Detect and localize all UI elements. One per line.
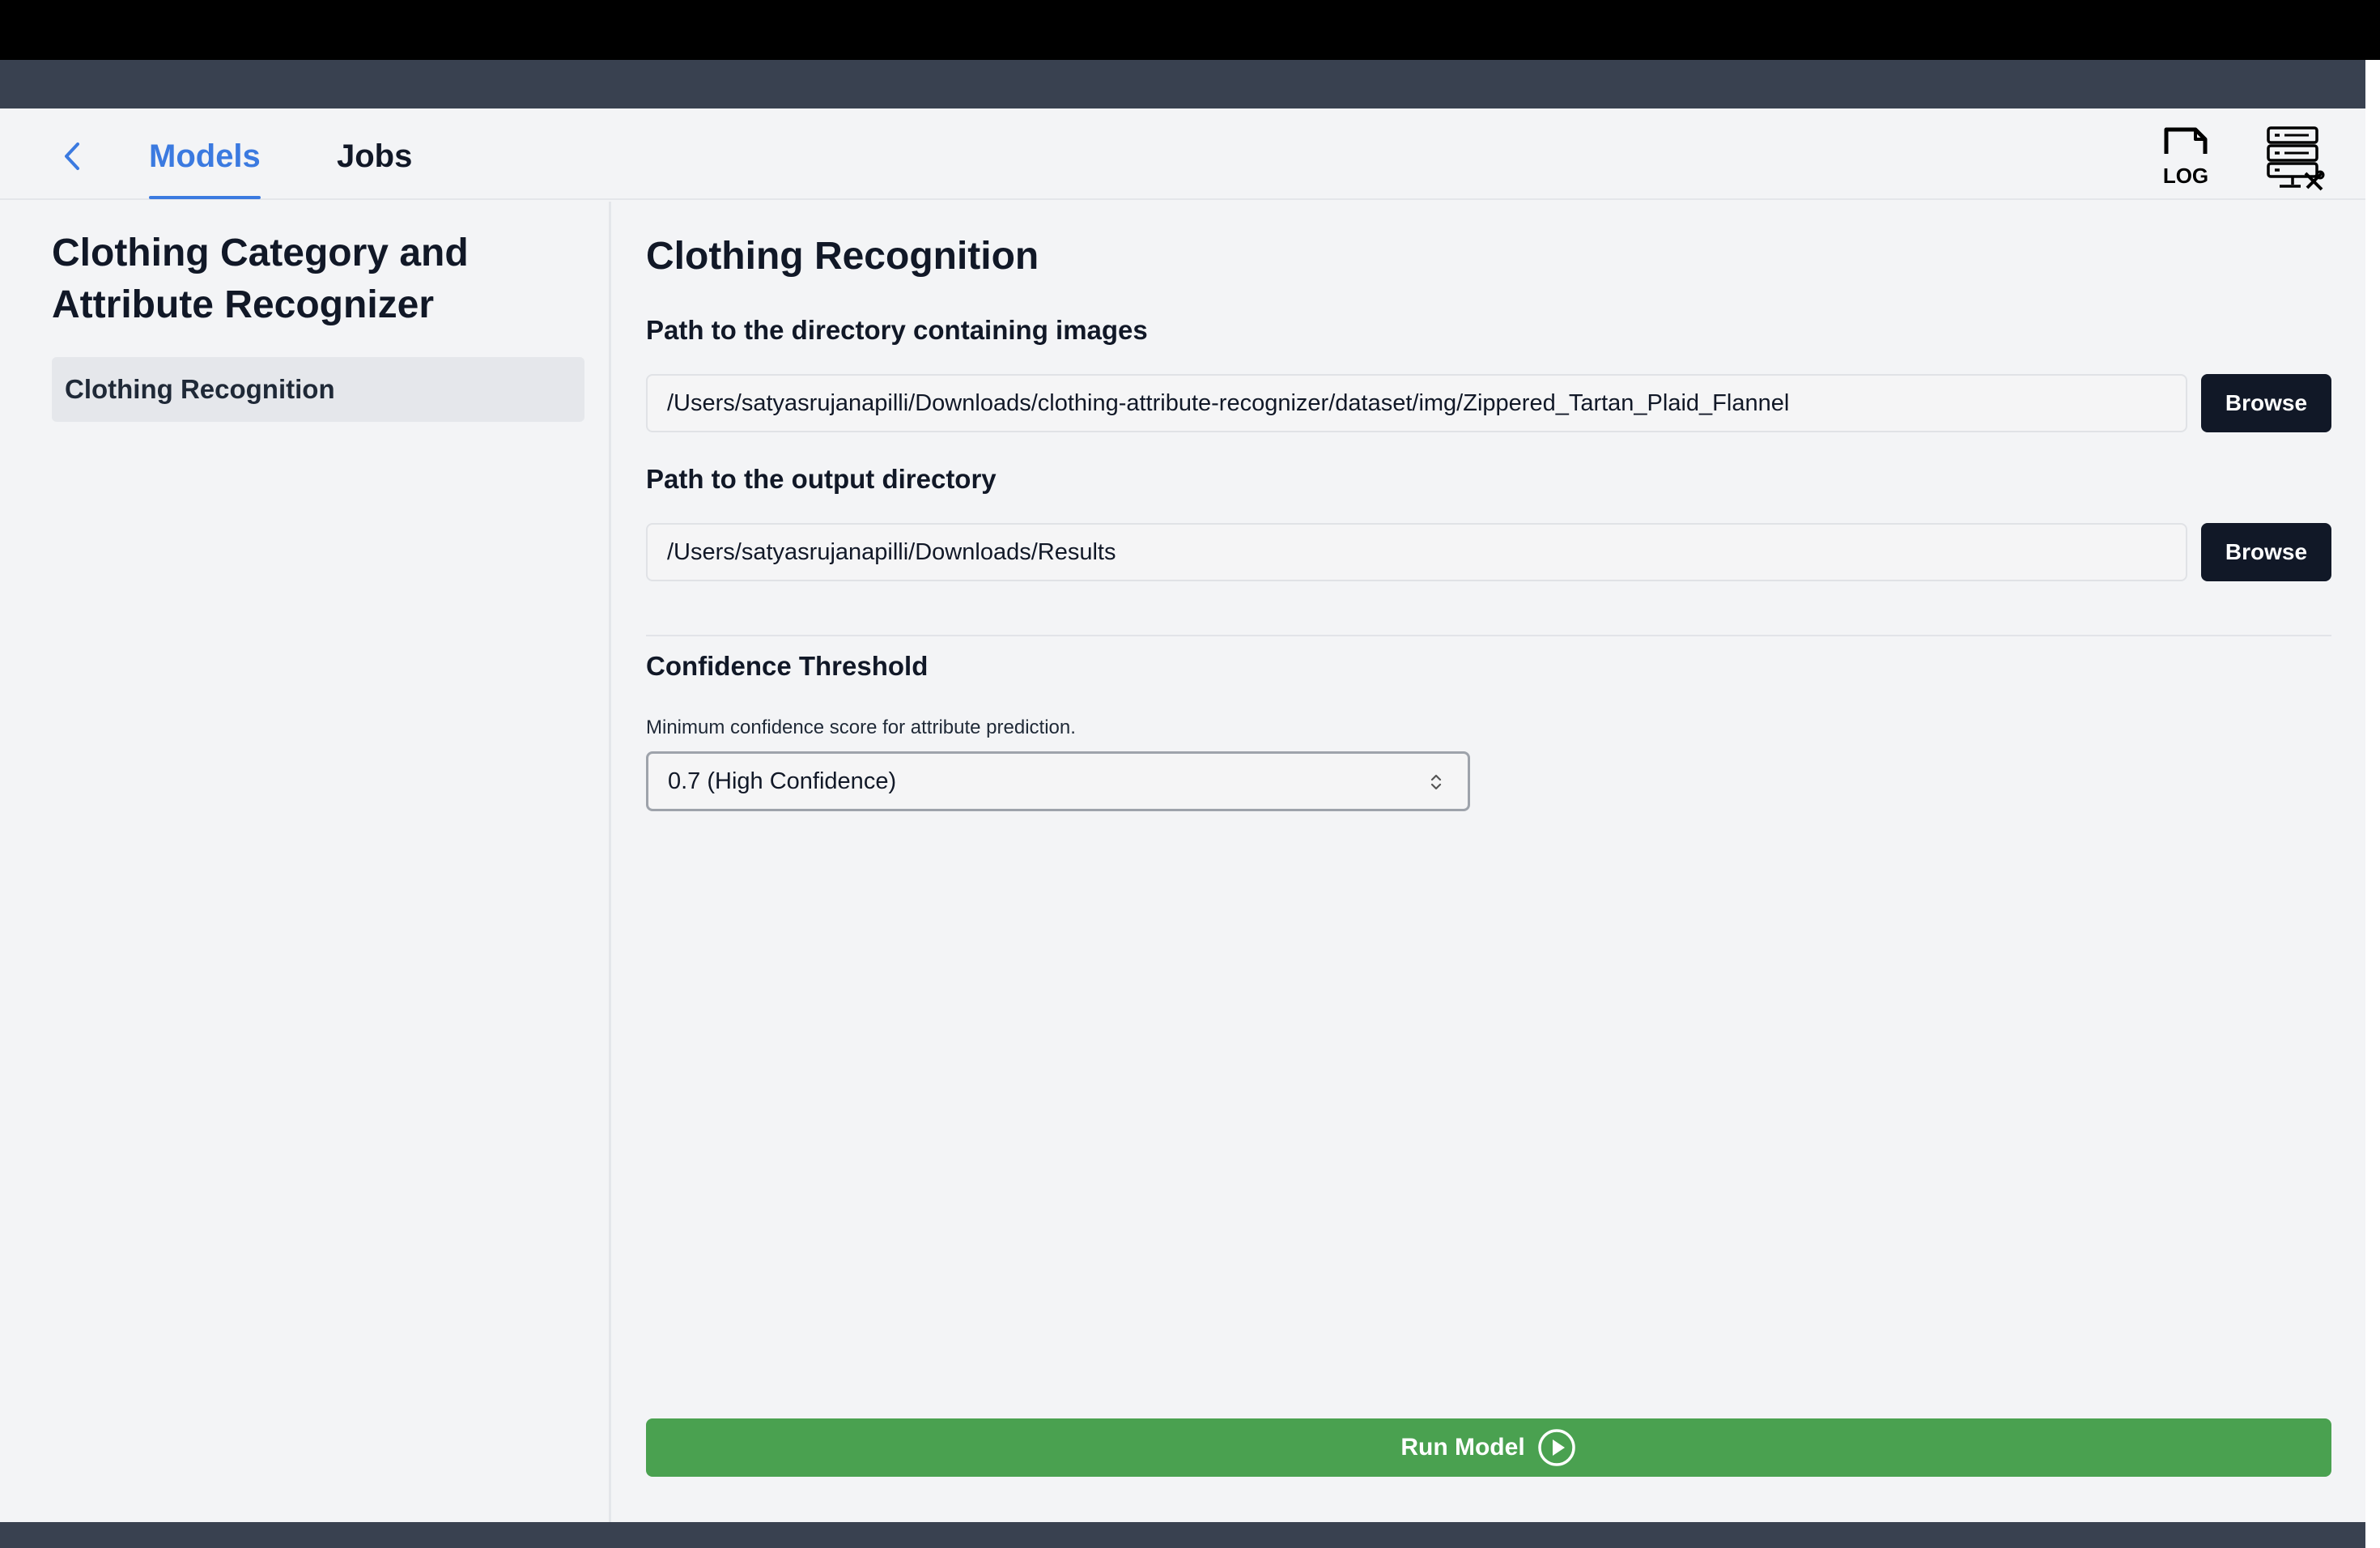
output-dir-label: Path to the output directory	[646, 464, 997, 494]
tab-jobs[interactable]: Jobs	[337, 138, 412, 199]
server-settings-icon	[2267, 126, 2325, 191]
back-button[interactable]	[53, 138, 91, 175]
sidebar: Clothing Category and Attribute Recogniz…	[0, 202, 611, 1522]
chevron-up-down-icon	[1430, 774, 1442, 790]
output-dir-browse-button[interactable]: Browse	[2201, 523, 2331, 581]
input-dir-field[interactable]	[646, 374, 2187, 432]
app-window: Models Jobs LOG Clothing Category and At…	[0, 108, 2365, 1522]
sidebar-item-clothing-recognition[interactable]: Clothing Recognition	[52, 357, 584, 422]
input-dir-browse-button[interactable]: Browse	[2201, 374, 2331, 432]
model-title: Clothing Category and Attribute Recogniz…	[52, 232, 469, 326]
divider	[646, 635, 2331, 636]
output-dir-field[interactable]	[646, 523, 2187, 581]
svg-text:LOG: LOG	[2163, 164, 2208, 188]
chevron-left-icon	[65, 142, 79, 170]
run-model-label: Run Model	[1400, 1434, 1525, 1461]
confidence-select-value: 0.7 (High Confidence)	[668, 768, 897, 794]
page-title: Clothing Recognition	[646, 235, 1039, 278]
app-header: Models Jobs LOG	[0, 108, 2365, 200]
top-bar	[0, 0, 2380, 60]
main-panel: Clothing Recognition Path to the directo…	[646, 202, 2331, 1522]
play-circle-icon	[1537, 1429, 1575, 1466]
input-dir-label: Path to the directory containing images	[646, 315, 1148, 345]
tab-models[interactable]: Models	[149, 138, 261, 199]
confidence-select[interactable]: 0.7 (High Confidence)	[646, 751, 1470, 811]
window-frame-top	[0, 60, 2365, 108]
window-frame-bottom	[0, 1522, 2365, 1548]
server-settings-button[interactable]	[2259, 123, 2328, 193]
log-file-icon: LOG	[2163, 127, 2208, 188]
confidence-help-text: Minimum confidence score for attribute p…	[646, 717, 1076, 738]
window-edge	[2365, 60, 2380, 1548]
run-model-button[interactable]: Run Model	[646, 1418, 2331, 1477]
confidence-label: Confidence Threshold	[646, 651, 929, 681]
log-button[interactable]: LOG	[2155, 126, 2220, 188]
